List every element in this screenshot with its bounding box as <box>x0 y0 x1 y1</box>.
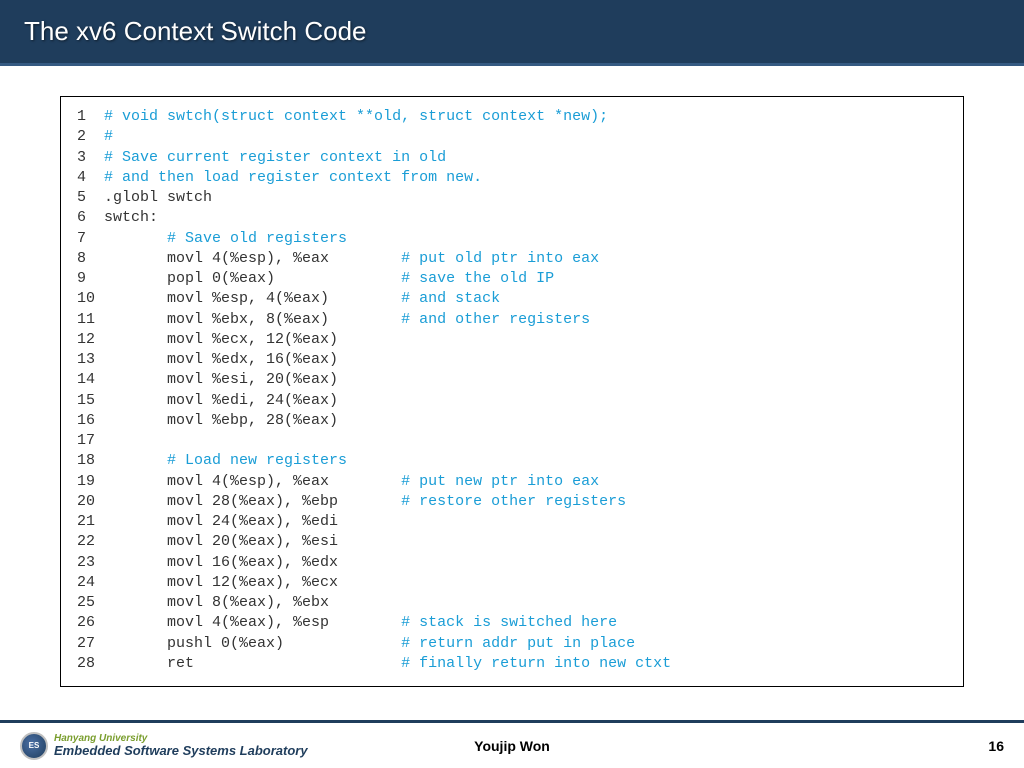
footer-page-number: 16 <box>988 738 1004 754</box>
code-line: 4 # and then load register context from … <box>77 168 947 188</box>
code-line: 27 pushl 0(%eax) # return addr put in pl… <box>77 634 947 654</box>
logo-text: Hanyang University Embedded Software Sys… <box>54 734 308 757</box>
code-line: 22 movl 20(%eax), %esi <box>77 532 947 552</box>
logo-lab: Embedded Software Systems Laboratory <box>54 744 308 757</box>
code-line: 19 movl 4(%esp), %eax # put new ptr into… <box>77 472 947 492</box>
footer-author: Youjip Won <box>474 738 550 754</box>
title-bar: The xv6 Context Switch Code <box>0 0 1024 66</box>
code-line: 24 movl 12(%eax), %ecx <box>77 573 947 593</box>
code-line: 11 movl %ebx, 8(%eax) # and other regist… <box>77 310 947 330</box>
code-line: 18 # Load new registers <box>77 451 947 471</box>
code-line: 2 # <box>77 127 947 147</box>
code-line: 8 movl 4(%esp), %eax # put old ptr into … <box>77 249 947 269</box>
code-line: 14 movl %esi, 20(%eax) <box>77 370 947 390</box>
content-area: 1 # void swtch(struct context **old, str… <box>0 66 1024 687</box>
code-line: 23 movl 16(%eax), %edx <box>77 553 947 573</box>
code-line: 17 <box>77 431 947 451</box>
code-line: 13 movl %edx, 16(%eax) <box>77 350 947 370</box>
code-line: 21 movl 24(%eax), %edi <box>77 512 947 532</box>
code-box: 1 # void swtch(struct context **old, str… <box>60 96 964 687</box>
footer: ES Hanyang University Embedded Software … <box>0 720 1024 768</box>
code-line: 10 movl %esp, 4(%eax) # and stack <box>77 289 947 309</box>
code-line: 12 movl %ecx, 12(%eax) <box>77 330 947 350</box>
code-line: 26 movl 4(%eax), %esp # stack is switche… <box>77 613 947 633</box>
code-line: 28 ret # finally return into new ctxt <box>77 654 947 674</box>
code-line: 1 # void swtch(struct context **old, str… <box>77 107 947 127</box>
code-line: 5 .globl swtch <box>77 188 947 208</box>
code-line: 9 popl 0(%eax) # save the old IP <box>77 269 947 289</box>
code-line: 7 # Save old registers <box>77 229 947 249</box>
logo-badge-icon: ES <box>20 732 48 760</box>
code-line: 20 movl 28(%eax), %ebp # restore other r… <box>77 492 947 512</box>
code-line: 25 movl 8(%eax), %ebx <box>77 593 947 613</box>
code-line: 3 # Save current register context in old <box>77 148 947 168</box>
code-line: 15 movl %edi, 24(%eax) <box>77 391 947 411</box>
footer-logo: ES Hanyang University Embedded Software … <box>20 732 308 760</box>
slide-title: The xv6 Context Switch Code <box>24 16 367 47</box>
code-line: 16 movl %ebp, 28(%eax) <box>77 411 947 431</box>
code-line: 6 swtch: <box>77 208 947 228</box>
